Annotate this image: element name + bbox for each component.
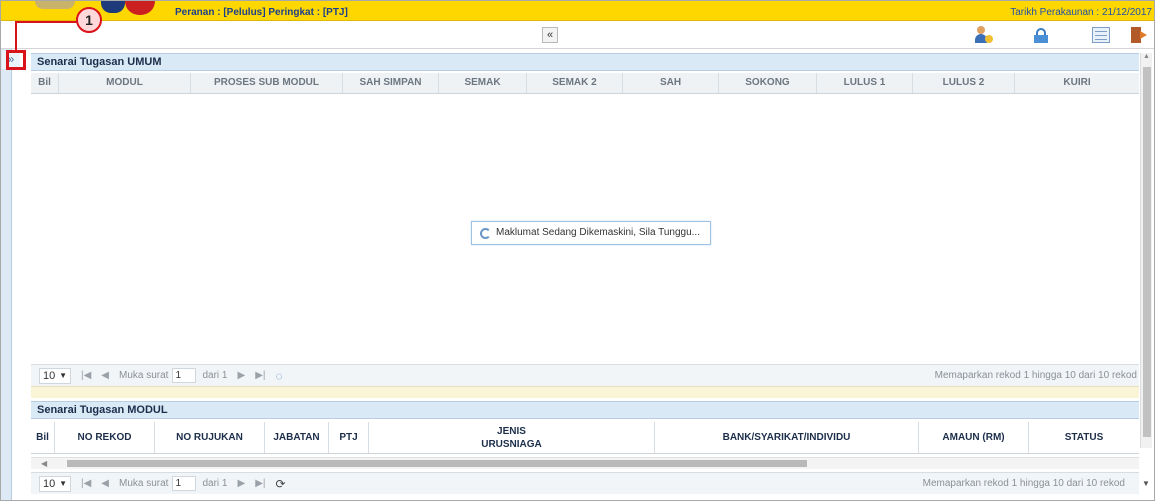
record-info: Memaparkan rekod 1 hingga 10 dari 10 rek… [922,478,1125,489]
panel-title-umum: Senarai Tugasan UMUM [31,53,1139,71]
refresh-icon[interactable]: ◌ [275,369,282,383]
pager-modul: 10 ▼ |◀ ◀ Muka surat 1 dari 1 ▶ ▶| ⟳ Mem… [31,472,1139,494]
seal-logo [125,1,155,15]
top-bar: Peranan : [Pelulus] Peringkat : [PTJ] Ta… [1,1,1154,21]
role-info: Peranan : [Pelulus] Peringkat : [PTJ] [175,7,348,18]
page-size-select[interactable]: 10 ▼ [39,367,71,384]
page-number-input[interactable]: 1 [172,368,197,383]
page-label: Muka surat [119,370,169,381]
column-header[interactable]: LULUS 2 [913,73,1015,93]
column-header[interactable]: AMAUN (RM) [919,422,1029,453]
column-header[interactable]: Bil [31,422,55,453]
collapse-header-button[interactable]: « [542,27,558,43]
refresh-icon[interactable]: ⟳ [275,477,285,491]
column-header[interactable]: SEMAK 2 [527,73,623,93]
lock-icon[interactable] [1031,25,1051,45]
next-page-icon[interactable]: ▶ [237,478,245,489]
pager-umum: 10 ▼ |◀ ◀ Muka surat 1 dari 1 ▶ ▶| ◌ Mem… [31,364,1139,386]
column-header[interactable]: LULUS 1 [817,73,913,93]
column-header[interactable]: SAH SIMPAN [343,73,439,93]
column-header[interactable]: PTJ [329,422,369,453]
scroll-up-icon[interactable]: ▲ [1143,53,1150,60]
loading-message: Maklumat Sedang Dikemaskini, Sila Tunggu… [471,221,711,245]
scroll-thumb[interactable] [67,460,807,467]
emblem-logo [101,1,125,13]
page-total: dari 1 [202,478,228,489]
prev-page-icon[interactable]: ◀ [101,478,109,489]
column-header-line: JENIS [497,426,526,437]
page-size-value: 10 [43,369,56,382]
vertical-scrollbar[interactable]: ▲ [1140,53,1152,448]
scroll-down-icon[interactable]: ▼ [1142,479,1150,488]
last-page-icon[interactable]: ▶| [255,478,265,489]
toolbar: « [1,22,1154,49]
column-header[interactable]: BANK/SYARIKAT/INDIVIDU [655,422,919,453]
grid-header-modul: Bil NO REKOD NO RUJUKAN JABATAN PTJ JENI… [31,422,1139,454]
callout-badge: 1 [76,7,102,33]
page-number-input[interactable]: 1 [172,476,197,491]
list-view-icon[interactable] [1091,25,1111,45]
caret-down-icon: ▼ [59,478,67,488]
next-page-icon[interactable]: ▶ [237,370,245,381]
page-label: Muka surat [119,478,169,489]
spinner-icon [480,228,491,239]
scroll-thumb[interactable] [1143,67,1151,437]
left-rail [1,49,12,500]
column-header[interactable]: MODUL [59,73,191,93]
user-add-icon[interactable] [973,25,993,45]
column-header[interactable]: SOKONG [719,73,817,93]
column-header[interactable]: SAH [623,73,719,93]
column-header[interactable]: SEMAK [439,73,527,93]
scroll-left-icon[interactable]: ◀ [41,458,47,469]
panel-title-modul: Senarai Tugasan MODUL [31,401,1139,419]
loading-text: Maklumat Sedang Dikemaskini, Sila Tunggu… [496,227,700,238]
grid-header-umum: Bil MODUL PROSES SUB MODUL SAH SIMPAN SE… [31,73,1139,94]
column-header[interactable]: KUIRI [1015,73,1139,93]
last-page-icon[interactable]: ▶| [255,370,265,381]
crest-logo [35,1,75,9]
callout-line [15,21,79,23]
logout-icon[interactable] [1129,25,1149,45]
column-header[interactable]: NO RUJUKAN [155,422,265,453]
callout-line [15,21,17,51]
column-header-line: URUSNIAGA [481,439,542,450]
account-date: Tarikh Perakaunan : 21/12/2017 [1010,7,1152,18]
app-frame: Peranan : [Pelulus] Peringkat : [PTJ] Ta… [0,0,1155,501]
page-total: dari 1 [202,370,228,381]
first-page-icon[interactable]: |◀ [81,370,91,381]
prev-page-icon[interactable]: ◀ [101,370,109,381]
column-header[interactable]: NO REKOD [55,422,155,453]
callout-highlight [6,50,26,70]
column-header[interactable]: STATUS [1029,422,1139,453]
page-size-select[interactable]: 10 ▼ [39,475,71,492]
column-header[interactable]: PROSES SUB MODUL [191,73,343,93]
first-page-icon[interactable]: |◀ [81,478,91,489]
column-header[interactable]: Bil [31,73,59,93]
record-info: Memaparkan rekod 1 hingga 10 dari 10 rek… [934,370,1137,381]
horizontal-scrollbar[interactable]: ◀ [31,457,1139,469]
column-header[interactable]: JABATAN [265,422,329,453]
separator-band [31,386,1139,398]
column-header-jenis-urusniaga[interactable]: JENIS URUSNIAGA [369,422,655,453]
caret-down-icon: ▼ [59,370,67,380]
page-size-value: 10 [43,477,56,490]
